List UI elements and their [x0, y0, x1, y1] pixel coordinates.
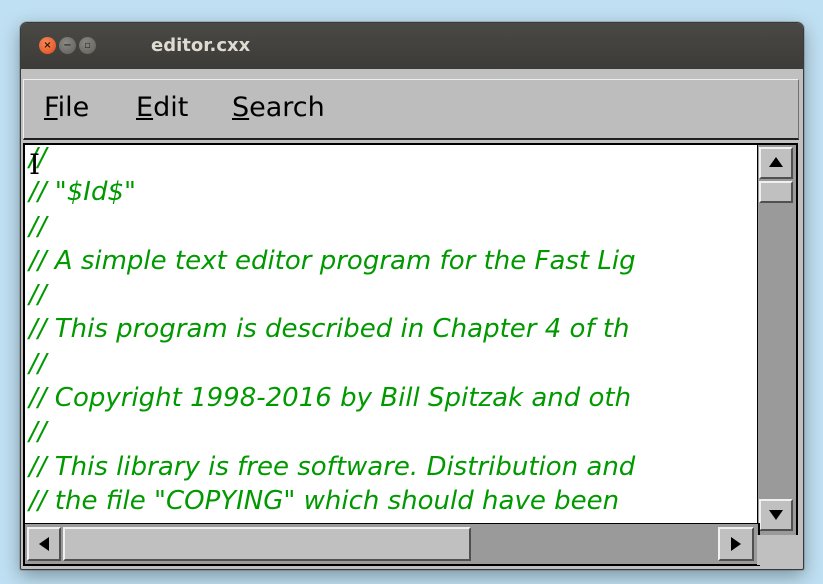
- code-line: // the file "COPYING" which should have …: [29, 485, 620, 516]
- horizontal-scroll-thumb[interactable]: [63, 527, 471, 561]
- minimize-button[interactable]: −: [59, 37, 76, 54]
- code-line: // This program is described in Chapter …: [29, 314, 630, 345]
- scroll-left-button[interactable]: [27, 527, 61, 561]
- window-title: editor.cxx: [151, 35, 251, 56]
- maximize-button[interactable]: ▫: [79, 37, 96, 54]
- menu-edit-label: dit: [153, 92, 189, 123]
- menu-bar: File Edit Search: [23, 79, 799, 140]
- vertical-scroll-thumb[interactable]: [759, 181, 793, 203]
- editor-window: × − ▫ editor.cxx File Edit Search // // …: [20, 22, 804, 570]
- menu-file-mnemonic: F: [44, 92, 58, 123]
- menu-edit[interactable]: Edit: [136, 92, 188, 123]
- scroll-right-button[interactable]: [718, 527, 754, 561]
- menu-search-label: earch: [249, 92, 325, 123]
- menu-edit-mnemonic: E: [136, 92, 154, 123]
- title-bar[interactable]: × − ▫ editor.cxx: [21, 23, 803, 69]
- code-line: //: [29, 348, 47, 379]
- arrow-left-icon: [39, 537, 49, 551]
- code-lines: // // "$Id$" // // A simple text editor …: [25, 143, 636, 518]
- code-line: //: [29, 417, 47, 448]
- scroll-up-button[interactable]: [759, 147, 793, 179]
- code-line: //: [29, 143, 47, 173]
- menu-search[interactable]: Search: [232, 92, 325, 123]
- horizontal-scrollbar[interactable]: [23, 523, 760, 566]
- arrow-up-icon: [769, 157, 783, 167]
- arrow-right-icon: [731, 537, 741, 551]
- code-line: // This library is free software. Distri…: [29, 451, 636, 482]
- vertical-scrollbar[interactable]: [757, 143, 798, 539]
- arrow-down-icon: [769, 510, 783, 520]
- code-line: // Copyright 1998-2016 by Bill Spitzak a…: [29, 383, 632, 414]
- scrollbar-corner: [757, 535, 798, 565]
- close-button[interactable]: ×: [39, 37, 56, 54]
- code-line: //: [29, 280, 47, 311]
- code-line: //: [29, 211, 47, 242]
- menu-file-label: ile: [57, 92, 90, 123]
- text-cursor-icon: I: [29, 148, 41, 181]
- code-line: // "$Id$": [29, 177, 136, 208]
- menu-file[interactable]: File: [44, 92, 89, 123]
- scroll-down-button[interactable]: [759, 499, 793, 531]
- menu-search-mnemonic: S: [232, 92, 250, 123]
- code-line: // A simple text editor program for the …: [29, 245, 636, 276]
- text-editor[interactable]: // // "$Id$" // // A simple text editor …: [23, 143, 758, 525]
